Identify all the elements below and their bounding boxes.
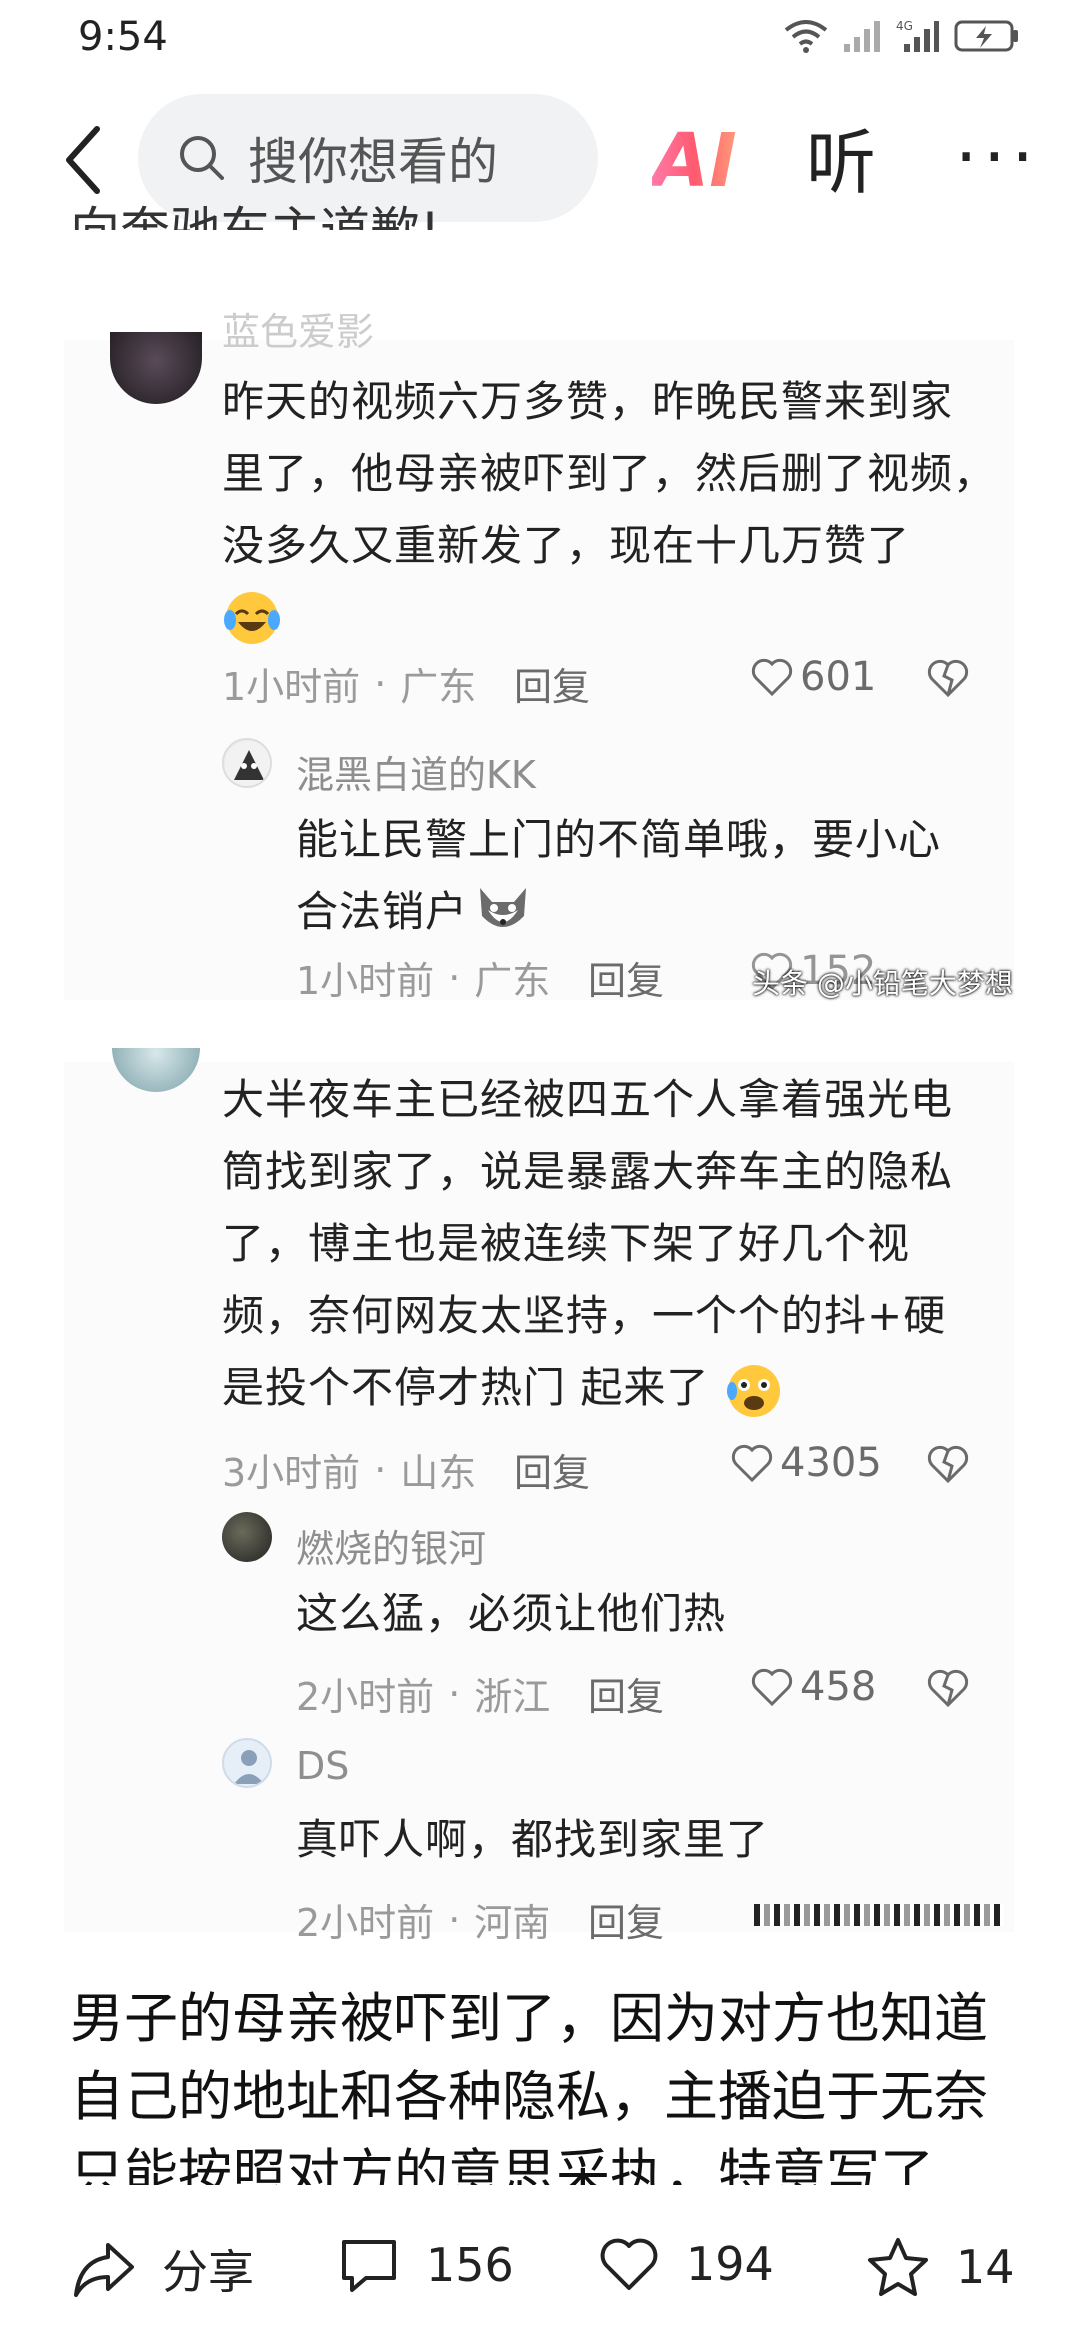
ai-button[interactable]: AI	[652, 116, 737, 206]
comment-count: 156	[426, 2238, 514, 2292]
battery-icon	[954, 20, 1018, 52]
star-icon	[868, 2238, 928, 2296]
heart-icon	[731, 1444, 773, 1483]
avatar	[112, 1048, 200, 1092]
reply-username: 燃烧的银河	[296, 1527, 487, 1571]
avatar	[222, 738, 272, 788]
listen-button[interactable]: 听	[806, 118, 876, 208]
reply-text-line: 能让民警上门的不简单哦，要小心	[296, 815, 942, 864]
like-count: 194	[686, 2237, 774, 2291]
heart-icon	[751, 1668, 793, 1707]
favorite-button[interactable]: 14	[866, 2236, 1015, 2298]
comment-text-line: 没多久又重新发了，现在十几万赞了	[222, 521, 911, 570]
like-button: 4305	[730, 1440, 882, 1486]
husky-emoji-icon	[480, 888, 526, 927]
comment-location: 广东	[400, 665, 477, 709]
like-count: 4305	[780, 1440, 882, 1486]
reply-button: 回复	[588, 1675, 665, 1719]
meta-separator: ·	[448, 955, 461, 1000]
comment-text-line: 了，博主也是被连续下架了好几个视	[222, 1219, 911, 1268]
reply-location: 浙江	[474, 1675, 551, 1719]
wifi-icon	[784, 20, 828, 53]
comment-meta: 3小时前 · 山东	[222, 1442, 476, 1497]
reply-username: DS	[296, 1744, 350, 1788]
watermark-bar	[754, 1904, 1004, 1926]
meta-separator: ·	[374, 1447, 387, 1492]
reply-button: 回复	[588, 959, 665, 1003]
share-label: 分享	[162, 2245, 254, 2299]
comment-button[interactable]: 156	[338, 2236, 514, 2294]
comment-text-line: 昨天的视频六万多赞，昨晚民警来到家	[222, 377, 954, 426]
share-button[interactable]: 分享	[72, 2236, 254, 2302]
avatar	[222, 1512, 272, 1562]
status-time: 9:54	[78, 14, 168, 60]
avatar-image	[234, 1750, 264, 1784]
signal-icon	[844, 21, 880, 52]
reply-text-line: 真吓人啊，都找到家里了	[296, 1815, 770, 1864]
comment-icon	[342, 2240, 396, 2292]
comment-location: 山东	[400, 1451, 477, 1495]
meta-separator: ·	[448, 1671, 461, 1716]
heart-icon	[600, 2238, 658, 2290]
share-icon	[74, 2243, 134, 2297]
more-button[interactable]: ···	[955, 122, 1040, 192]
reply-meta: 2小时前 · 浙江	[296, 1666, 550, 1721]
meta-separator: ·	[448, 1897, 461, 1942]
like-button: 601	[750, 654, 876, 700]
avatar	[222, 1738, 272, 1788]
reply-username: 混黑白道的KK	[296, 753, 536, 797]
comment-text-line: 是投个不停才热门 起来了	[222, 1352, 784, 1424]
reply-location: 广东	[474, 959, 551, 1003]
reply-location: 河南	[474, 1901, 551, 1945]
comment-text-line: 里了，他母亲被吓到了，然后删了视频，	[222, 449, 997, 498]
favorite-count: 14	[956, 2240, 1015, 2294]
broken-heart-icon	[927, 1445, 969, 1484]
comment-text-line: 大半夜车主已经被四五个人拿着强光电	[222, 1075, 954, 1124]
article-heading: 向奔驰车主道歉!	[70, 188, 440, 230]
status-icons: 4G	[784, 18, 1020, 54]
article-body: 男子的母亲被吓到了，因为对方也知道自己的地址和各种隐私，主播迫于无奈只能按照对方…	[70, 1987, 988, 2185]
username-cut: 蓝色爱影	[222, 312, 375, 348]
like-button: 458	[750, 1664, 876, 1710]
reply-button: 回复	[514, 1451, 591, 1495]
reply-button: 回复	[588, 1901, 665, 1945]
status-bar: 9:54 4G	[0, 0, 1080, 80]
meta-separator: ·	[374, 661, 387, 706]
comment-time: 3小时前	[222, 1451, 361, 1495]
broken-heart-icon	[927, 1669, 969, 1708]
avatar	[110, 332, 202, 404]
search-placeholder: 搜你想看的	[248, 133, 498, 191]
reply-time: 1小时前	[296, 959, 435, 1003]
broken-heart-icon	[927, 659, 969, 698]
comment-text-span: 是投个不停才热门 起来了	[222, 1363, 710, 1412]
reply-meta: 1小时前 · 广东	[296, 950, 550, 1005]
comment-screenshot-1: 蓝色爱影 昨天的视频六万多赞，昨晚民警来到家 里了，他母亲被吓到了，然后删了视频…	[64, 312, 1014, 1003]
reply-text-line: 合法销户	[296, 887, 469, 936]
comment-screenshot-2: 大半夜车主已经被四五个人拿着强光电 筒找到家了，说是暴露大奔车主的隐私 了，博主…	[64, 1048, 1014, 1945]
avatar-image	[225, 741, 270, 786]
like-count: 458	[800, 1664, 877, 1710]
watermark: 头条 @小铅笔大梦想	[752, 967, 1013, 1000]
comment-text-line: 频，奈何网友太坚持，一个个的抖+硬	[222, 1291, 947, 1340]
reply-time: 2小时前	[296, 1901, 435, 1945]
signal-4g-icon: 4G	[896, 19, 939, 52]
laughing-tears-emoji-icon	[224, 592, 280, 644]
like-button[interactable]: 194	[598, 2236, 774, 2292]
chevron-left-icon	[66, 126, 100, 194]
search-icon	[180, 136, 224, 180]
reply-meta: 2小时前 · 河南	[296, 1892, 550, 1947]
svg-text:4G: 4G	[896, 19, 913, 33]
reply-time: 2小时前	[296, 1675, 435, 1719]
comment-time: 1小时前	[222, 665, 361, 709]
comment-text-line: 筒找到家了，说是暴露大奔车主的隐私	[222, 1147, 954, 1196]
bottom-action-bar: 分享 156 194 14	[0, 2200, 1080, 2340]
heart-icon	[751, 658, 793, 697]
comment-meta: 1小时前 · 广东	[222, 656, 476, 711]
scared-emoji-icon	[726, 1364, 780, 1417]
reply-text-line: 这么猛，必须让他们热	[296, 1589, 727, 1638]
like-count: 601	[800, 654, 877, 700]
reply-button: 回复	[514, 665, 591, 709]
